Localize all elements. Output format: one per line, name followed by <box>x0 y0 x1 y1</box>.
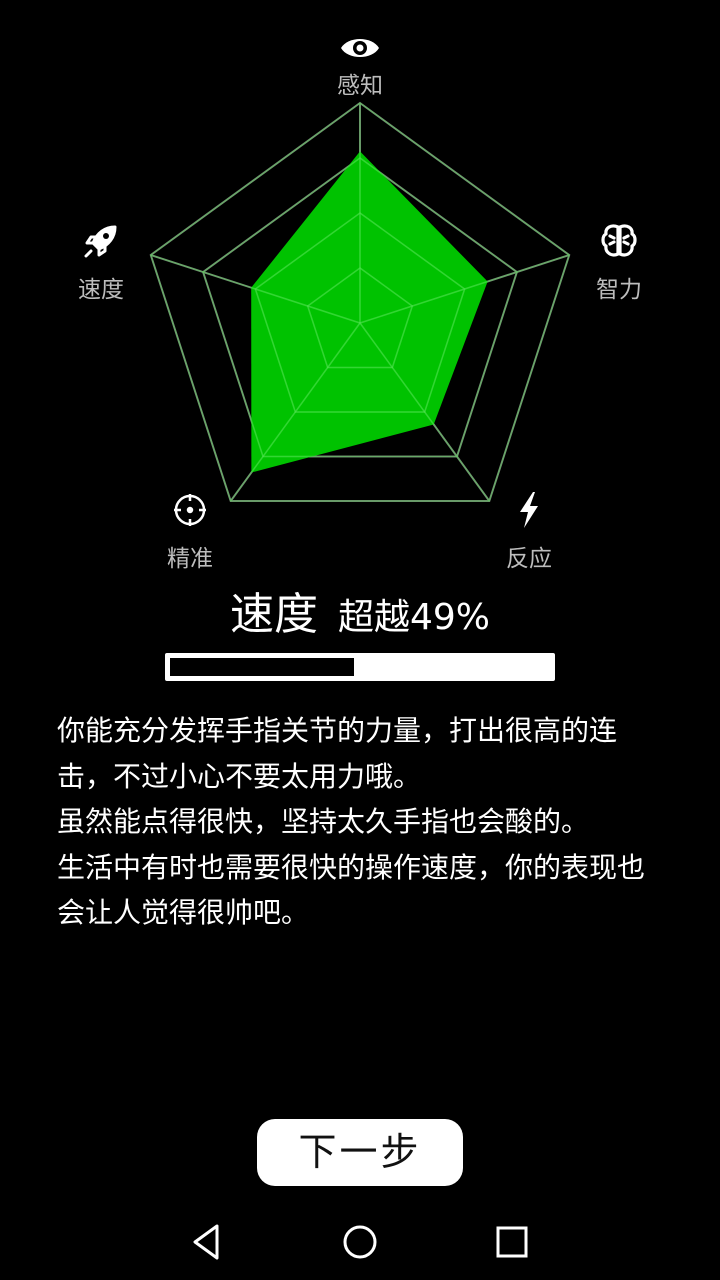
result-description: 你能充分发挥手指关节的力量，打出很高的连击，不过小心不要太用力哦。 虽然能点得很… <box>57 708 657 936</box>
lightning-icon <box>507 488 551 532</box>
result-title: 速度 <box>229 589 318 640</box>
rocket-icon <box>79 219 123 263</box>
result-headline: 速度 超越49% <box>0 578 720 642</box>
result-screen: 感知 智力 反应 精准 速度 速度 超越49% 你能充分发挥手指关节的力量，打出… <box>0 0 720 1280</box>
description-paragraph: 你能充分发挥手指关节的力量，打出很高的连击，不过小心不要太用力哦。 <box>57 714 618 793</box>
progress-fill <box>168 656 357 678</box>
axis-label-perception: 感知 <box>337 73 383 99</box>
description-paragraph: 生活中有时也需要很快的操作速度，你的表现也会让人觉得很帅吧。 <box>57 850 646 930</box>
result-rank: 超越49% <box>337 597 491 638</box>
recents-square-icon[interactable] <box>490 1220 534 1264</box>
brain-icon <box>597 219 641 263</box>
eye-icon <box>338 26 382 70</box>
axis-label-precision: 精准 <box>167 546 213 572</box>
progress-bar <box>165 653 555 681</box>
next-step-button[interactable]: 下一步 <box>257 1119 463 1186</box>
axis-label-speed: 速度 <box>78 277 124 303</box>
description-paragraph: 虽然能点得很快，坚持太久手指也会酸的。 <box>57 805 590 838</box>
back-triangle-icon[interactable] <box>185 1220 229 1264</box>
system-nav-bar <box>0 1200 720 1280</box>
axis-label-reaction: 反应 <box>506 546 552 572</box>
crosshair-icon <box>168 488 212 532</box>
home-circle-icon[interactable] <box>338 1220 382 1264</box>
axis-label-intelligence: 智力 <box>596 277 642 303</box>
